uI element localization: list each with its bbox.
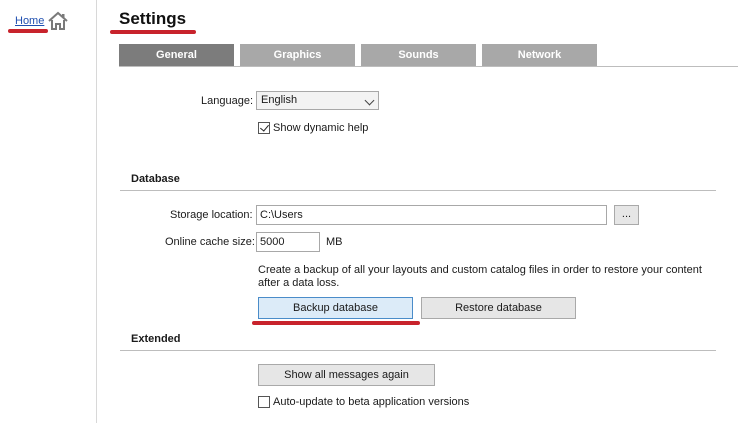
tab-sounds[interactable]: Sounds <box>361 44 476 66</box>
extended-section-title: Extended <box>131 333 181 345</box>
database-section-title: Database <box>131 173 180 185</box>
dynamic-help-label: Show dynamic help <box>273 122 369 134</box>
cache-unit-label: MB <box>326 236 343 248</box>
language-label: Language: <box>201 95 253 107</box>
auto-update-label: Auto-update to beta application versions <box>273 396 470 408</box>
storage-location-field[interactable] <box>256 205 607 225</box>
backup-highlight <box>252 321 420 325</box>
dynamic-help-checkbox[interactable] <box>258 122 270 134</box>
backup-database-button[interactable]: Backup database <box>258 297 413 319</box>
database-divider <box>120 190 716 191</box>
chevron-down-icon <box>364 95 375 106</box>
restore-database-button[interactable]: Restore database <box>421 297 576 319</box>
tab-network[interactable]: Network <box>482 44 597 66</box>
sidebar: Home <box>0 0 97 423</box>
tab-general[interactable]: General <box>119 44 234 66</box>
checkmark-icon <box>260 122 269 132</box>
home-link[interactable]: Home <box>15 15 44 27</box>
storage-location-label: Storage location: <box>170 209 253 221</box>
show-all-messages-button[interactable]: Show all messages again <box>258 364 435 386</box>
title-highlight <box>110 30 196 34</box>
cache-size-label: Online cache size: <box>165 236 255 248</box>
tab-divider <box>119 66 738 67</box>
browse-button[interactable]: ... <box>614 205 639 225</box>
backup-help-text: Create a backup of all your layouts and … <box>258 264 702 289</box>
home-highlight <box>8 29 48 33</box>
home-icon[interactable] <box>47 11 69 31</box>
tab-graphics[interactable]: Graphics <box>240 44 355 66</box>
auto-update-checkbox[interactable] <box>258 396 270 408</box>
language-value: English <box>261 94 298 106</box>
extended-divider <box>120 350 716 351</box>
page-title: Settings <box>119 9 187 28</box>
language-select[interactable]: English <box>256 91 379 110</box>
cache-size-field[interactable] <box>256 232 320 252</box>
